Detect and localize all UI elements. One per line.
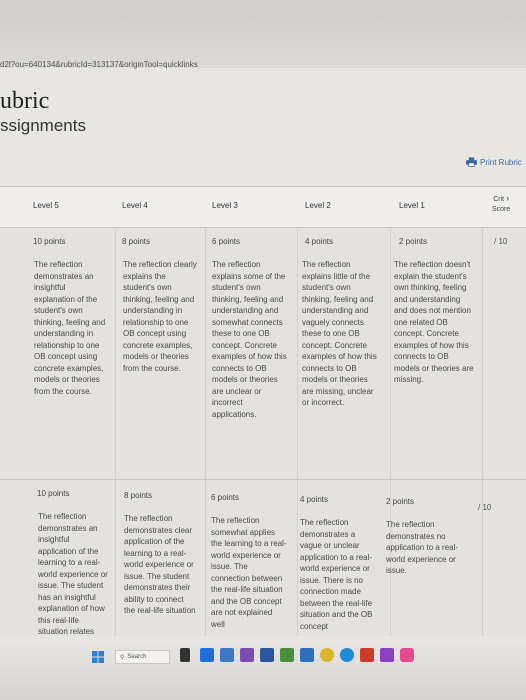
- criterion-cell-level-4[interactable]: The reflection demonstrates clear applic…: [124, 513, 196, 637]
- criterion-cell-level-2[interactable]: The reflection demonstrates a vague or u…: [300, 517, 378, 637]
- points-level-3[interactable]: 6 points: [211, 493, 239, 502]
- points-level-1[interactable]: 2 points: [399, 237, 427, 246]
- criterion-cell-level-1[interactable]: The reflection doesn't explain the stude…: [394, 259, 474, 386]
- page-subtitle: ssignments: [0, 116, 86, 135]
- score-value[interactable]: / 10: [494, 237, 507, 246]
- app-icon[interactable]: [380, 648, 394, 662]
- chrome-icon[interactable]: [320, 648, 334, 662]
- criterion-cell-level-3[interactable]: The reflection explains some of the stud…: [212, 259, 288, 420]
- score-value[interactable]: / 10: [478, 503, 491, 512]
- header-level-3: Level 3: [212, 201, 238, 210]
- points-level-5[interactable]: 10 points: [33, 237, 65, 246]
- header-level-2: Level 2: [305, 201, 331, 210]
- score-header: Score: [492, 206, 511, 213]
- criterion-cell-level-2[interactable]: The reflection explains little of the st…: [302, 259, 380, 409]
- browser-chrome: [0, 0, 526, 68]
- header-level-4: Level 4: [122, 201, 148, 210]
- criteria-header: Crit: [493, 196, 505, 203]
- url-text[interactable]: d2l?ou=640134&rubricId=313137&originTool…: [0, 60, 198, 69]
- outlook-icon[interactable]: [300, 648, 314, 662]
- row-divider: [0, 479, 526, 480]
- column-divider: [115, 227, 116, 637]
- windows-start-icon[interactable]: [92, 651, 104, 663]
- criterion-cell-level-5[interactable]: The reflection demonstrates an insightfu…: [34, 259, 106, 397]
- header-level-1: Level 1: [399, 201, 425, 210]
- points-level-4[interactable]: 8 points: [122, 237, 150, 246]
- teams-icon[interactable]: [240, 648, 254, 662]
- mail-icon[interactable]: [220, 648, 234, 662]
- criterion-cell-level-4[interactable]: The reflection clearly explains the stud…: [123, 259, 197, 374]
- taskbar-search[interactable]: ⚲ Search: [115, 650, 170, 664]
- table-header-row: Level 5 Level 4 Level 3 Level 2 Level 1 …: [0, 187, 526, 228]
- taskview-icon[interactable]: [180, 648, 190, 662]
- column-divider: [297, 227, 298, 637]
- print-rubric-label: Print Rubric: [480, 157, 522, 167]
- app-icon[interactable]: [400, 648, 414, 662]
- page-title: ubric: [0, 88, 50, 114]
- points-level-3[interactable]: 6 points: [212, 237, 240, 246]
- points-level-5[interactable]: 10 points: [37, 489, 69, 498]
- points-level-2[interactable]: 4 points: [300, 495, 328, 504]
- criterion-cell-level-5[interactable]: The reflection demonstrates an insightfu…: [38, 511, 108, 637]
- criteria-score-header: Crit › Score: [492, 193, 510, 215]
- search-icon: ⚲: [120, 654, 125, 661]
- excel-icon[interactable]: [280, 648, 294, 662]
- points-level-2[interactable]: 4 points: [305, 237, 333, 246]
- printer-icon: [466, 157, 477, 167]
- column-divider: [482, 227, 483, 637]
- chevron-right-icon[interactable]: ›: [506, 193, 509, 203]
- taskbar: ⚲ Search: [0, 636, 526, 700]
- edge-icon[interactable]: [200, 648, 214, 662]
- rubric-table: Level 5 Level 4 Level 3 Level 2 Level 1 …: [0, 186, 526, 637]
- criterion-cell-level-3[interactable]: The reflection somewhat applies the lear…: [211, 515, 287, 637]
- points-level-4[interactable]: 8 points: [124, 491, 152, 500]
- criterion-cell-level-1[interactable]: The reflection demonstrates no applicati…: [386, 519, 468, 637]
- column-divider: [205, 227, 206, 637]
- browser-icon[interactable]: [340, 648, 354, 662]
- app-icon[interactable]: [360, 648, 374, 662]
- print-rubric-link[interactable]: Print Rubric: [466, 157, 522, 167]
- word-icon[interactable]: [260, 648, 274, 662]
- taskbar-search-label: Search: [127, 654, 147, 660]
- header-level-5: Level 5: [33, 201, 59, 210]
- points-level-1[interactable]: 2 points: [386, 497, 414, 506]
